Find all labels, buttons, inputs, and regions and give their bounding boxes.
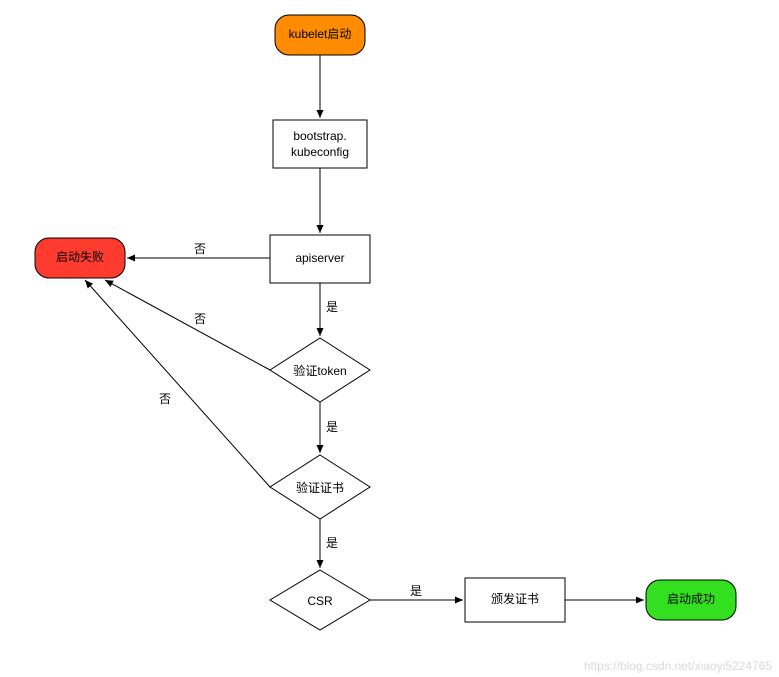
node-bootstrap: bootstrap. kubeconfig (273, 120, 367, 168)
node-csr: CSR (270, 570, 370, 630)
node-apiserver-label: apiserver (295, 251, 344, 265)
node-start: kubelet启动 (275, 15, 365, 55)
node-bootstrap-line2: kubeconfig (291, 145, 349, 159)
node-bootstrap-line1: bootstrap. (293, 129, 346, 143)
edge-vtoken-vcert-label: 是 (326, 420, 338, 434)
node-start-label: kubelet启动 (289, 27, 352, 41)
edge-csr-issue-label: 是 (410, 584, 422, 598)
node-issue: 颁发证书 (465, 578, 565, 622)
node-vtoken-label: 验证token (293, 363, 346, 378)
edge-vcert-fail (85, 280, 270, 487)
node-csr-label: CSR (307, 594, 333, 608)
node-apiserver: apiserver (270, 235, 370, 283)
node-fail-label: 启动失败 (56, 249, 104, 264)
node-fail: 启动失败 (35, 238, 125, 278)
edge-vcert-fail-label: 否 (159, 392, 171, 406)
edge-apiserver-fail-label: 否 (194, 242, 206, 256)
edge-vtoken-fail (105, 280, 270, 370)
node-issue-label: 颁发证书 (491, 591, 539, 606)
node-success: 启动成功 (646, 580, 736, 620)
node-vcert: 验证证书 (270, 455, 370, 519)
flowchart-canvas: kubelet启动 bootstrap. kubeconfig apiserve… (0, 0, 779, 677)
edge-vcert-csr-label: 是 (326, 536, 338, 550)
watermark: https://blog.csdn.net/xiaoyi5224765 (584, 659, 772, 673)
edge-apiserver-vtoken-label: 是 (326, 300, 338, 314)
node-vtoken: 验证token (270, 338, 370, 402)
edge-vtoken-fail-label: 否 (194, 312, 206, 326)
node-vcert-label: 验证证书 (296, 480, 344, 495)
node-success-label: 启动成功 (667, 592, 715, 606)
